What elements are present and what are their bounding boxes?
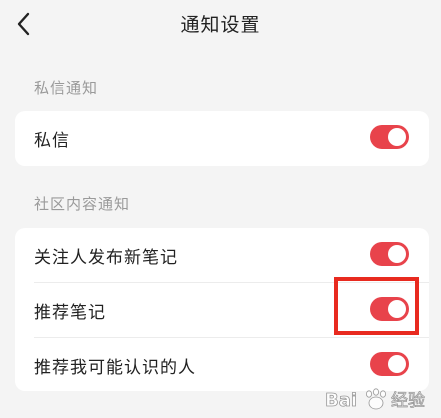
setting-label: 关注人发布新笔记 — [34, 248, 178, 268]
private-message-card: 私信 — [15, 111, 429, 166]
baidu-jingyan-watermark-logo: Bai 经验 — [323, 384, 435, 414]
svg-text:经验: 经验 — [391, 391, 425, 411]
setting-row-private-message: 私信 — [15, 111, 429, 166]
community-card: 关注人发布新笔记 推荐笔记 推荐我可能认识的人 — [15, 228, 429, 391]
toggle-knob — [388, 128, 406, 146]
section-label-community: 社区内容通知 — [34, 195, 131, 213]
followed-new-notes-toggle[interactable] — [370, 242, 409, 266]
recommended-notes-toggle[interactable] — [370, 297, 409, 321]
toggle-knob — [388, 245, 406, 263]
svg-text:Bai: Bai — [325, 390, 357, 411]
setting-label: 推荐我可能认识的人 — [34, 358, 196, 378]
setting-row-followed-new-notes: 关注人发布新笔记 — [15, 228, 429, 283]
toggle-knob — [388, 300, 406, 318]
toggle-knob — [388, 355, 406, 373]
nav-header: 通知设置 — [0, 0, 441, 48]
people-you-may-know-toggle[interactable] — [370, 352, 409, 376]
section-label-private-message: 私信通知 — [34, 79, 99, 97]
setting-label: 推荐笔记 — [34, 303, 106, 323]
page-title: 通知设置 — [180, 14, 261, 36]
setting-label: 私信 — [34, 131, 70, 151]
setting-row-recommended-notes: 推荐笔记 — [15, 283, 429, 338]
private-message-toggle[interactable] — [370, 125, 409, 149]
